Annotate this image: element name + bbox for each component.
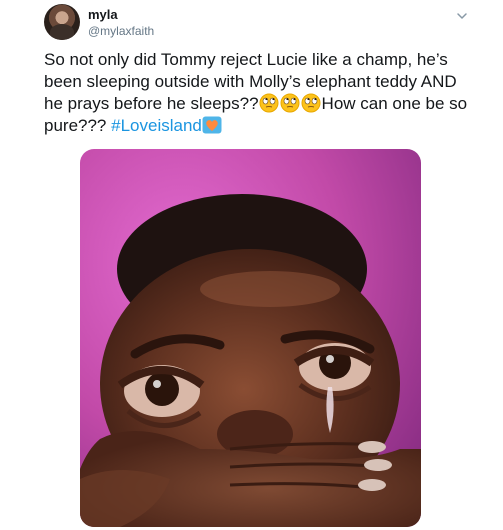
crying-face-meme-image — [80, 149, 421, 527]
avatar[interactable] — [44, 4, 80, 40]
display-name[interactable]: myla — [88, 8, 118, 22]
tweet-media-image[interactable] — [80, 149, 421, 527]
rolling-eyes-emoji-icon — [259, 93, 279, 113]
hashtag-link[interactable]: #Loveisland — [111, 116, 202, 135]
rolling-eyes-emoji-icon — [280, 93, 300, 113]
user-handle[interactable]: @mylaxfaith — [88, 24, 154, 38]
rolling-eyes-emoji-icon — [301, 93, 321, 113]
tweet-card: myla @mylaxfaith So not only did Tommy r… — [0, 0, 503, 530]
love-island-heart-icon — [202, 116, 222, 134]
chevron-down-icon[interactable] — [456, 10, 468, 22]
tweet-text: So not only did Tommy reject Lucie like … — [44, 49, 476, 137]
